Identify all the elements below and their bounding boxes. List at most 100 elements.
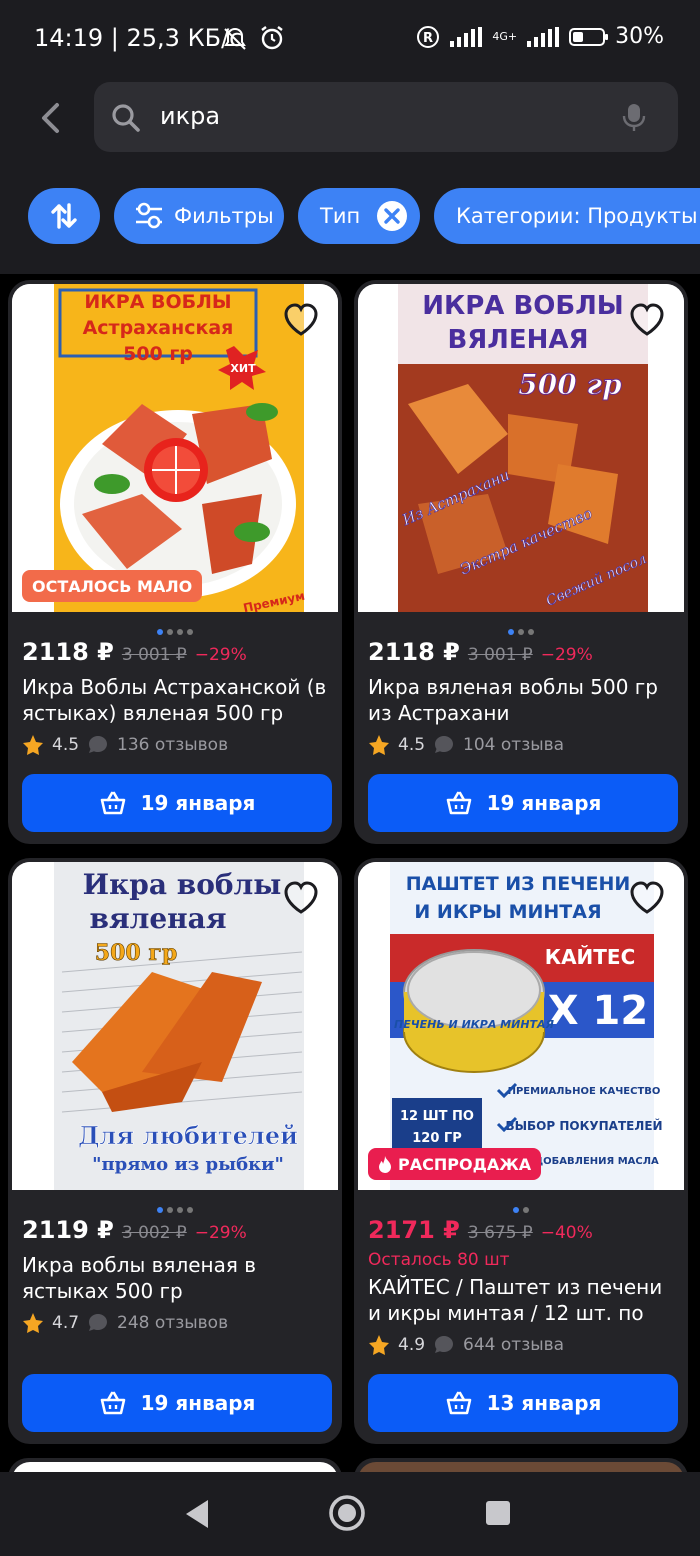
star-icon [369, 735, 389, 755]
registered-icon: R [417, 25, 440, 48]
search-field[interactable]: икра [94, 82, 678, 152]
image-pagination [354, 1198, 688, 1213]
discount: −40% [540, 1223, 593, 1243]
close-icon[interactable] [376, 200, 408, 232]
image-text: ВЫБОР ПОКУПАТЕЛЕЙ [505, 1118, 662, 1133]
add-to-cart-button[interactable]: 19 января [368, 774, 678, 832]
comment-icon [435, 1336, 454, 1353]
price: 2119 ₽ [22, 1216, 114, 1244]
sale-badge-label: РАСПРОДАЖА [398, 1154, 532, 1174]
product-grid: ИКРА ВОБЛЫ Астраханская 500 гр ХИТ Преми… [0, 274, 700, 1472]
product-title[interactable]: Икра воблы вяленая в ястыках 500 гр [22, 1252, 334, 1304]
rating-value: 4.9 [398, 1335, 426, 1355]
search-query: икра [160, 102, 221, 130]
old-price: 3 002 ₽ [121, 1223, 187, 1243]
reviews-count[interactable]: 248 отзывов [117, 1313, 228, 1333]
reviews-count[interactable]: 104 отзыва [463, 735, 564, 755]
product-image: ИКРА ВОБЛЫ ВЯЛЕНАЯ 500 гр Из Астрахани Э… [358, 284, 684, 612]
signal-icon [450, 26, 483, 47]
battery-percent: 30% [615, 24, 664, 49]
delivery-date: 19 января [486, 791, 602, 815]
type-chip[interactable]: Тип [298, 188, 420, 244]
discount: −29% [194, 1223, 247, 1243]
image-pagination [354, 620, 688, 635]
sale-badge: РАСПРОДАЖА [368, 1148, 542, 1180]
rating: 4.5 136 отзывов [22, 734, 228, 756]
image-pagination [8, 620, 342, 635]
add-to-cart-button[interactable]: 19 января [22, 774, 332, 832]
product-title[interactable]: Икра Воблы Астраханской (в ястыках) вяле… [22, 674, 334, 726]
image-text: ИКРА ВОБЛЫ [422, 291, 624, 321]
back-triangle-icon[interactable] [182, 1498, 212, 1530]
image-text: Икра воблы [83, 868, 282, 901]
basket-icon [446, 791, 471, 815]
sort-chip[interactable] [28, 188, 100, 244]
image-text: 500 гр [123, 343, 193, 365]
star-icon [23, 1313, 43, 1333]
mute-icon [224, 27, 246, 50]
product-card[interactable]: ИКРА ВОБЛЫ Астраханская 500 гр ХИТ Преми… [8, 280, 342, 844]
product-image: ИКРА ВОБЛЫ Астраханская 500 гр ХИТ Преми… [12, 284, 338, 612]
image-text: ИКРА ВОБЛЫ [84, 291, 231, 313]
comment-icon [435, 736, 454, 753]
image-text: И ИКРЫ МИНТАЯ [414, 901, 601, 923]
add-to-cart-button[interactable]: 19 января [22, 1374, 332, 1432]
category-chip-label: Категории: Продукты пи [456, 204, 700, 228]
image-text: "прямо из рыбки" [92, 1154, 284, 1175]
stock-left: Осталось 80 шт [368, 1250, 510, 1270]
recents-square-icon[interactable] [484, 1499, 512, 1527]
product-card[interactable] [354, 1458, 688, 1472]
search-icon [112, 104, 140, 132]
app-screen: 14:19 | 25,3 КБ/с R 4G+ 30% икра Фильтры… [0, 0, 700, 1556]
fire-icon [379, 1156, 391, 1173]
rating-value: 4.5 [52, 735, 80, 755]
price: 2118 ₽ [22, 638, 114, 666]
basket-icon [100, 1391, 125, 1415]
product-image: Икра воблы вяленая 500 гр Для любителей … [12, 862, 338, 1190]
rating: 4.7 248 отзывов [22, 1312, 228, 1334]
comment-icon [89, 736, 108, 753]
status-bar: 14:19 | 25,3 КБ/с R 4G+ 30% [0, 0, 700, 80]
reviews-count[interactable]: 136 отзывов [117, 735, 228, 755]
heart-icon[interactable] [280, 876, 322, 918]
filters-chip-label: Фильтры [174, 204, 274, 228]
image-text: ВЯЛЕНАЯ [447, 325, 588, 355]
delivery-date: 13 января [486, 1391, 602, 1415]
product-title[interactable]: Икра вяленая воблы 500 гр из Астрахани [368, 674, 680, 726]
product-image: ПАШТЕТ ИЗ ПЕЧЕНИ И ИКРЫ МИНТАЯ КАЙТЕС X … [358, 862, 684, 1190]
discount: −29% [194, 645, 247, 665]
delivery-date: 19 января [140, 1391, 256, 1415]
product-card[interactable]: ПАШТЕТ ИЗ ПЕЧЕНИ И ИКРЫ МИНТАЯ КАЙТЕС X … [354, 858, 688, 1444]
product-card[interactable] [8, 1458, 342, 1472]
reviews-count[interactable]: 644 отзыва [463, 1335, 564, 1355]
category-chip[interactable]: Категории: Продукты пи [434, 188, 700, 244]
signal-icon-2 [527, 26, 560, 47]
price-row: 2118 ₽ 3 001 ₽ −29% [22, 638, 247, 666]
heart-icon[interactable] [626, 298, 668, 340]
delivery-date: 19 января [140, 791, 256, 815]
price: 2118 ₽ [368, 638, 460, 666]
network-type: 4G+ [492, 30, 518, 43]
low-stock-badge: ОСТАЛОСЬ МАЛО [22, 570, 203, 602]
price-row: 2171 ₽ 3 675 ₽ −40% [368, 1216, 593, 1244]
image-text: Для любителей [78, 1121, 298, 1150]
heart-icon[interactable] [280, 298, 322, 340]
microphone-icon[interactable] [622, 102, 646, 132]
product-title[interactable]: КАЙТЕС / Паштет из печени и икры минтая … [368, 1274, 680, 1326]
image-text: X 12 [548, 988, 648, 1034]
type-chip-label: Тип [320, 204, 361, 228]
chevron-left-icon [42, 103, 59, 133]
back-button[interactable] [30, 98, 70, 138]
product-card[interactable]: Икра воблы вяленая 500 гр Для любителей … [8, 858, 342, 1444]
product-card[interactable]: ИКРА ВОБЛЫ ВЯЛЕНАЯ 500 гр Из Астрахани Э… [354, 280, 688, 844]
home-circle-icon[interactable] [328, 1494, 366, 1532]
filters-chip[interactable]: Фильтры [114, 188, 284, 244]
heart-icon[interactable] [626, 876, 668, 918]
battery-icon [569, 27, 609, 46]
image-text: 500 гр [518, 368, 622, 401]
filter-sliders-icon [136, 202, 162, 229]
image-text: ПРЕМИАЛЬНОЕ КАЧЕСТВО [508, 1086, 661, 1097]
basket-icon [446, 1391, 471, 1415]
basket-icon [100, 791, 125, 815]
add-to-cart-button[interactable]: 13 января [368, 1374, 678, 1432]
